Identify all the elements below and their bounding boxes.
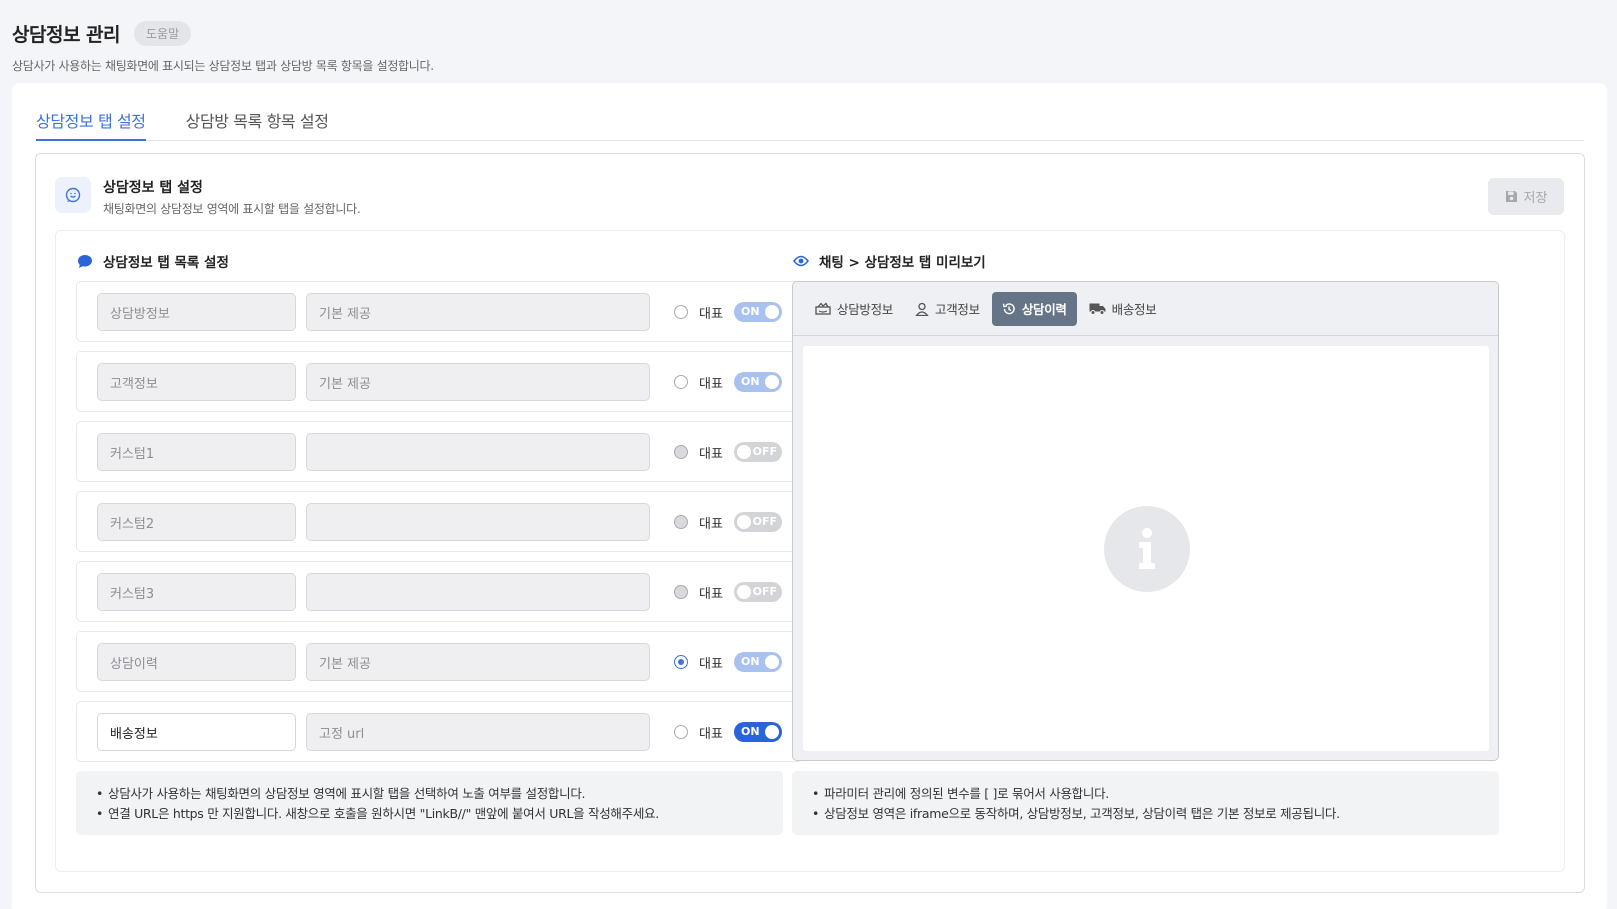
tab-list-header: 상담정보 탭 목록 설정 <box>77 251 229 271</box>
tab-row: 배송정보 고정 url 대표 ON <box>76 701 803 762</box>
settings-section: 상담정보 탭 설정 채팅화면의 상담정보 영역에 표시할 탭을 설정합니다. 저… <box>35 153 1585 893</box>
preview-tab-customer-info[interactable]: 고객정보 <box>905 292 990 326</box>
representative-label: 대표 <box>699 307 723 322</box>
tab-url-input[interactable] <box>306 573 650 611</box>
section-title: 상담정보 탭 설정 <box>103 180 203 196</box>
tab-name-input[interactable]: 커스텀3 <box>97 573 296 611</box>
tab-row: 커스텀1 대표 OFF <box>76 421 803 482</box>
tab-url-input[interactable]: 기본 제공 <box>306 363 650 401</box>
preview-panel: 상담방정보 고객정보 상담이력 배송정보 <box>792 281 1499 761</box>
tab-url-input[interactable]: 고정 url <box>306 713 650 751</box>
preview-tab-history[interactable]: 상담이력 <box>991 291 1077 326</box>
info-icon <box>1104 506 1190 592</box>
save-button[interactable]: 저장 <box>1488 178 1564 215</box>
preview-content-frame <box>803 346 1489 751</box>
tab-name-input[interactable]: 상담이력 <box>97 643 296 681</box>
page-title: 상담정보 관리 <box>12 24 121 46</box>
tab-name-input[interactable]: 커스텀1 <box>97 433 296 471</box>
help-button[interactable]: 도움말 <box>134 21 192 46</box>
truck-icon <box>1089 303 1106 315</box>
visibility-toggle[interactable]: OFF <box>734 582 782 602</box>
tab-row: 고객정보 기본 제공 대표 ON <box>76 351 803 412</box>
tab-url-input[interactable] <box>306 503 650 541</box>
tab-list-notes: 상담사가 사용하는 채팅화면의 상담정보 영역에 표시할 탭을 선택하여 노출 … <box>76 771 783 835</box>
representative-label: 대표 <box>699 447 723 462</box>
preview-tab-bar: 상담방정보 고객정보 상담이력 배송정보 <box>793 282 1498 336</box>
note-item: 연결 URL은 https 만 지원합니다. 새창으로 호출을 원하시면 "Li… <box>96 804 763 824</box>
note-item: 상담사가 사용하는 채팅화면의 상담정보 영역에 표시할 탭을 선택하여 노출 … <box>96 784 763 804</box>
page-description: 상담사가 사용하는 채팅화면에 표시되는 상담정보 탭과 상담방 목록 항목을 … <box>12 59 434 73</box>
visibility-toggle[interactable]: OFF <box>734 442 782 462</box>
main-card: 상담정보 탭 설정 상담방 목록 항목 설정 상담정보 탭 설정 채팅화면의 상… <box>12 83 1607 909</box>
tab-name-input[interactable]: 배송정보 <box>97 713 296 751</box>
tab-name-input[interactable]: 커스텀2 <box>97 503 296 541</box>
representative-label: 대표 <box>699 517 723 532</box>
section-description: 채팅화면의 상담정보 영역에 표시할 탭을 설정합니다. <box>103 202 361 216</box>
preview-tab-delivery[interactable]: 배송정보 <box>1079 292 1167 326</box>
chat-smile-icon <box>55 177 91 213</box>
user-icon <box>915 302 929 316</box>
representative-radio[interactable] <box>674 305 688 319</box>
visibility-toggle[interactable]: OFF <box>734 512 782 532</box>
tab-row: 상담방정보 기본 제공 대표 ON <box>76 281 803 342</box>
tab-url-input[interactable]: 기본 제공 <box>306 293 650 331</box>
tab-info-settings[interactable]: 상담정보 탭 설정 <box>36 83 146 141</box>
preview-tab-room-info[interactable]: 상담방정보 <box>805 292 903 326</box>
representative-label: 대표 <box>699 377 723 392</box>
visibility-toggle[interactable]: ON <box>734 302 782 322</box>
chat-bubble-icon <box>78 254 92 268</box>
tab-bar: 상담정보 탭 설정 상담방 목록 항목 설정 <box>36 83 1584 141</box>
representative-label: 대표 <box>699 657 723 672</box>
representative-radio[interactable] <box>674 375 688 389</box>
representative-label: 대표 <box>699 727 723 742</box>
tab-url-input[interactable] <box>306 433 650 471</box>
tab-list-title: 상담정보 탭 목록 설정 <box>103 255 229 271</box>
tab-row: 커스텀2 대표 OFF <box>76 491 803 552</box>
room-icon <box>815 302 831 315</box>
save-button-label: 저장 <box>1523 191 1548 206</box>
preview-title: 채팅 > 상담정보 탭 미리보기 <box>819 255 986 271</box>
representative-radio[interactable] <box>674 725 688 739</box>
preview-notes: 파라미터 관리에 정의된 변수를 [ ]로 묶어서 사용합니다. 상담정보 영역… <box>792 771 1499 835</box>
tab-name-input[interactable]: 고객정보 <box>97 363 296 401</box>
tab-name-input[interactable]: 상담방정보 <box>97 293 296 331</box>
representative-radio[interactable] <box>674 585 688 599</box>
tab-room-list-settings[interactable]: 상담방 목록 항목 설정 <box>186 83 329 141</box>
tab-url-input[interactable]: 기본 제공 <box>306 643 650 681</box>
eye-icon <box>793 255 809 267</box>
note-item: 상담정보 영역은 iframe으로 동작하며, 상담방정보, 고객정보, 상담이… <box>812 804 1479 824</box>
settings-panel: 상담정보 탭 목록 설정 채팅 > 상담정보 탭 미리보기 상담방정보 기본 제… <box>55 230 1565 872</box>
representative-label: 대표 <box>699 587 723 602</box>
tab-row: 커스텀3 대표 OFF <box>76 561 803 622</box>
note-item: 파라미터 관리에 정의된 변수를 [ ]로 묶어서 사용합니다. <box>812 784 1479 804</box>
preview-header: 채팅 > 상담정보 탭 미리보기 <box>793 251 986 271</box>
representative-radio[interactable] <box>674 445 688 459</box>
visibility-toggle[interactable]: ON <box>734 372 782 392</box>
history-icon <box>1002 302 1015 314</box>
visibility-toggle[interactable]: ON <box>734 722 782 742</box>
representative-radio[interactable] <box>674 515 688 529</box>
visibility-toggle[interactable]: ON <box>734 652 782 672</box>
save-icon <box>1505 191 1517 202</box>
page-header: 상담정보 관리 도움말 상담사가 사용하는 채팅화면에 표시되는 상담정보 탭과… <box>12 20 434 74</box>
tab-row: 상담이력 기본 제공 대표 ON <box>76 631 803 692</box>
representative-radio[interactable] <box>674 655 688 669</box>
